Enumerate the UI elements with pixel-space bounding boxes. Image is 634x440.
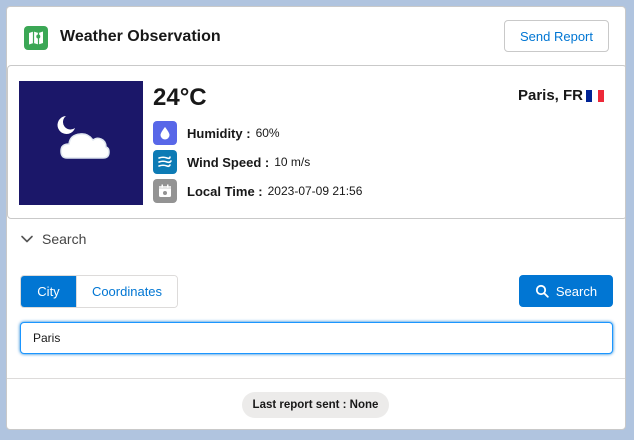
humidity-row: Humidity : 60%	[153, 121, 280, 145]
wind-speed-label: Wind Speed :	[187, 154, 270, 170]
mode-coordinates-button[interactable]: Coordinates	[76, 276, 177, 307]
flag-stripe-red	[598, 89, 604, 102]
search-section-label: Search	[42, 231, 87, 247]
weather-condition-image	[19, 81, 143, 205]
weather-card: Weather Observation Send Report 24°C Par…	[6, 6, 626, 430]
wind-speed-value: 10 m/s	[274, 155, 311, 169]
page-title: Weather Observation	[60, 28, 221, 45]
map-icon	[24, 26, 48, 50]
search-button[interactable]: Search	[519, 275, 613, 307]
local-time-row: Local Time : 2023-07-09 21:56	[153, 179, 362, 203]
temperature: 24°C	[153, 84, 207, 111]
search-button-label: Search	[555, 283, 598, 299]
local-time-label: Local Time :	[187, 183, 263, 199]
city-search-input[interactable]	[20, 322, 613, 354]
chevron-down-icon	[21, 235, 33, 243]
search-mode-toggle: City Coordinates	[20, 275, 178, 308]
local-time-value: 2023-07-09 21:56	[267, 184, 363, 198]
humidity-label: Humidity :	[187, 125, 251, 141]
location-label: Paris, FR	[517, 87, 583, 104]
calendar-icon	[153, 179, 177, 203]
location: Paris, FR	[518, 87, 604, 104]
france-flag-icon	[586, 89, 604, 102]
search-section-toggle[interactable]: Search	[20, 231, 86, 247]
wind-icon	[153, 150, 177, 174]
search-icon	[535, 284, 549, 298]
wind-row: Wind Speed : 10 m/s	[153, 150, 310, 174]
send-report-button[interactable]: Send Report	[504, 20, 609, 52]
last-report-status-badge: Last report sent : None	[242, 392, 389, 418]
moon-cloud-icon	[57, 116, 110, 159]
humidity-value: 60%	[255, 126, 280, 140]
mode-city-button[interactable]: City	[21, 276, 76, 307]
water-drop-icon	[153, 121, 177, 145]
card-header: Weather Observation Send Report	[7, 7, 625, 65]
weather-panel: 24°C Paris, FR Humidity : 60% Wind Speed…	[7, 65, 625, 219]
footer-divider	[7, 378, 625, 379]
